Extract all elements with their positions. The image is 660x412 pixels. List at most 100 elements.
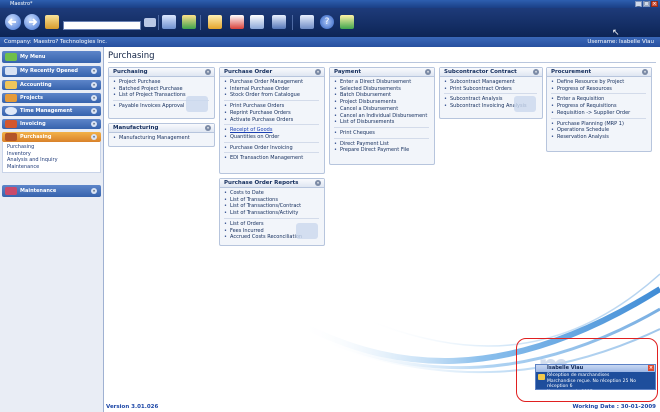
notes-icon[interactable] bbox=[250, 15, 264, 29]
panel-payment: Payment « Enter a Direct Disbursement Sel… bbox=[329, 67, 435, 165]
forward-arrow-icon[interactable] bbox=[24, 14, 40, 30]
menu-link-cancel-disbursement[interactable]: Cancel a Disbursement bbox=[334, 106, 431, 113]
menu-link-project-disbursements[interactable]: Project Disbursements bbox=[334, 99, 431, 106]
toolbar-separator bbox=[158, 15, 159, 30]
main-toolbar: ? ↖ bbox=[0, 8, 660, 38]
menu-link-po-invoicing[interactable]: Purchase Order Invoicing bbox=[224, 145, 321, 152]
menu-link-batch-disbursement[interactable]: Batch Disbursement bbox=[334, 92, 431, 99]
close-icon[interactable]: × bbox=[648, 365, 654, 371]
panel-watermark-icon bbox=[296, 223, 318, 239]
menu-link-enter-requisition[interactable]: Enter a Requisition bbox=[551, 96, 648, 103]
menu-link-purchase-planning[interactable]: Purchase Planning (MRP 1) bbox=[551, 121, 648, 128]
notification-popup[interactable]: Isabelle Viau × Réception de marchandise… bbox=[535, 364, 656, 395]
back-arrow-icon[interactable] bbox=[5, 14, 21, 30]
users-icon[interactable] bbox=[182, 15, 196, 29]
collapse-icon[interactable]: « bbox=[315, 180, 321, 186]
expand-icon[interactable]: » bbox=[91, 121, 97, 127]
menu-link-print-cheques[interactable]: Print Cheques bbox=[334, 130, 431, 137]
menu-link-edi-management[interactable]: EDI Transaction Management bbox=[224, 155, 321, 162]
menu-link-batched-project-purchase[interactable]: Batched Project Purchase bbox=[113, 86, 211, 93]
menu-link-define-resource[interactable]: Define Resource by Project bbox=[551, 79, 648, 86]
menu-link-activate-po[interactable]: Activate Purchase Orders bbox=[224, 117, 321, 124]
collapse-icon[interactable]: « bbox=[315, 69, 321, 75]
document-icon[interactable] bbox=[162, 15, 176, 29]
sidebar-item-projects[interactable]: Projects » bbox=[2, 93, 101, 103]
menu-link-quantities-on-order[interactable]: Quantities on Order bbox=[224, 134, 321, 141]
save-icon[interactable] bbox=[272, 15, 286, 29]
purchasing-icon bbox=[5, 133, 17, 141]
menu-link-progress-resources[interactable]: Progress of Resources bbox=[551, 86, 648, 93]
panel-purchasing: Purchasing « Project Purchase Batched Pro… bbox=[108, 67, 215, 119]
submenu-item-maintenance[interactable]: Maintenance bbox=[7, 164, 100, 171]
calendar-icon[interactable] bbox=[230, 15, 244, 29]
sidebar-item-purchasing[interactable]: Purchasing « bbox=[2, 132, 101, 142]
collapse-icon[interactable]: « bbox=[425, 69, 431, 75]
sidebar-item-label: Maintenance bbox=[20, 188, 57, 194]
username-label: Username: Isabelle Viau bbox=[587, 39, 654, 45]
collapse-icon[interactable]: « bbox=[205, 69, 211, 75]
collapse-icon[interactable]: « bbox=[91, 68, 97, 74]
panel-header: Purchase Order Reports « bbox=[220, 179, 324, 188]
menu-link-receipt-of-goods[interactable]: Receipt of Goods bbox=[224, 127, 321, 134]
menu-link-list-disbursements[interactable]: List of Disbursements bbox=[334, 119, 431, 126]
expand-icon[interactable]: » bbox=[91, 95, 97, 101]
monitor-icon[interactable] bbox=[300, 15, 314, 29]
sidebar-item-recent[interactable]: My Recently Opened « bbox=[2, 66, 101, 77]
home-icon[interactable] bbox=[45, 15, 59, 29]
menu-link-manufacturing-management[interactable]: Manufacturing Management bbox=[113, 135, 211, 142]
sidebar-item-maintenance[interactable]: Maintenance » bbox=[2, 185, 101, 197]
expand-icon[interactable]: » bbox=[91, 108, 97, 114]
panel-manufacturing: Manufacturing « Manufacturing Management bbox=[108, 123, 215, 147]
info-bar: Company: Maestro? Technologies Inc. User… bbox=[0, 37, 660, 47]
sidebar: My Menu My Recently Opened « Accounting … bbox=[0, 47, 104, 412]
sidebar-item-time-management[interactable]: Time Management » bbox=[2, 106, 101, 116]
menu-link-po-management[interactable]: Purchase Order Management bbox=[224, 79, 321, 86]
menu-link-print-subcontract-orders[interactable]: Print Subcontract Orders bbox=[444, 86, 539, 93]
panel-purchase-order-reports: Purchase Order Reports « Costs to Date Li… bbox=[219, 178, 325, 246]
sidebar-item-invoicing[interactable]: Invoicing » bbox=[2, 119, 101, 129]
menu-link-stock-order[interactable]: Stock Order from Catalogue bbox=[224, 92, 321, 99]
maintenance-icon bbox=[5, 187, 17, 195]
collapse-icon[interactable]: « bbox=[205, 125, 211, 131]
expand-icon[interactable]: » bbox=[91, 188, 97, 194]
close-icon[interactable]: × bbox=[651, 1, 658, 7]
collapse-icon[interactable]: « bbox=[91, 134, 97, 140]
menu-link-requisition-supplier-order[interactable]: Requisition -> Supplier Order bbox=[551, 110, 648, 117]
menu-link-direct-disbursement[interactable]: Enter a Direct Disbursement bbox=[334, 79, 431, 86]
menu-link-direct-payment-list[interactable]: Direct Payment List bbox=[334, 141, 431, 148]
menu-link-prepare-payment-file[interactable]: Prepare Direct Payment File bbox=[334, 147, 431, 154]
minimize-icon[interactable]: _ bbox=[635, 1, 642, 7]
sidebar-item-accounting[interactable]: Accounting » bbox=[2, 80, 101, 90]
help-icon[interactable]: ? bbox=[320, 15, 334, 29]
menu-link-list-transactions-activity[interactable]: List of Transactions/Activity bbox=[224, 210, 321, 217]
menu-link-subcontract-management[interactable]: Subcontract Management bbox=[444, 79, 539, 86]
menu-link-operations-schedule[interactable]: Operations Schedule bbox=[551, 127, 648, 134]
expand-icon[interactable]: » bbox=[91, 82, 97, 88]
link-icon[interactable] bbox=[144, 18, 156, 27]
menu-link-costs-to-date[interactable]: Costs to Date bbox=[224, 190, 321, 197]
menu-link-print-po[interactable]: Print Purchase Orders bbox=[224, 103, 321, 110]
sidebar-item-label: Invoicing bbox=[20, 121, 46, 127]
address-input[interactable] bbox=[63, 21, 141, 30]
sidebar-item-my-menu[interactable]: My Menu bbox=[2, 51, 101, 63]
exit-icon[interactable] bbox=[340, 15, 354, 29]
panel-title: Payment bbox=[334, 69, 362, 75]
window-titlebar: Maestro* _ □ × bbox=[0, 0, 660, 8]
menu-link-cancel-individual-disbursement[interactable]: Cancel an Individual Disbursement bbox=[334, 113, 431, 120]
menu-link-list-transactions[interactable]: List of Transactions bbox=[224, 197, 321, 204]
search-icon[interactable] bbox=[208, 15, 222, 29]
panel-title: Manufacturing bbox=[113, 125, 159, 131]
menu-link-reprint-po[interactable]: Reprint Purchase Orders bbox=[224, 110, 321, 117]
collapse-icon[interactable]: « bbox=[533, 69, 539, 75]
projects-icon bbox=[5, 94, 17, 102]
menu-link-internal-po[interactable]: Internal Purchase Order bbox=[224, 86, 321, 93]
collapse-icon[interactable]: « bbox=[642, 69, 648, 75]
menu-link-list-transactions-contract[interactable]: List of Transactions/Contract bbox=[224, 203, 321, 210]
maximize-icon[interactable]: □ bbox=[643, 1, 650, 7]
menu-link-project-purchase[interactable]: Project Purchase bbox=[113, 79, 211, 86]
toolbar-separator bbox=[292, 15, 293, 30]
menu-link-progress-requisitions[interactable]: Progress of Requisitions bbox=[551, 103, 648, 110]
menu-link-selected-disbursements[interactable]: Selected Disbursements bbox=[334, 86, 431, 93]
menu-link-reservation-analysis[interactable]: Reservation Analysis bbox=[551, 134, 648, 141]
notification-body: Réception de marchandises Marchandise re… bbox=[536, 372, 655, 395]
